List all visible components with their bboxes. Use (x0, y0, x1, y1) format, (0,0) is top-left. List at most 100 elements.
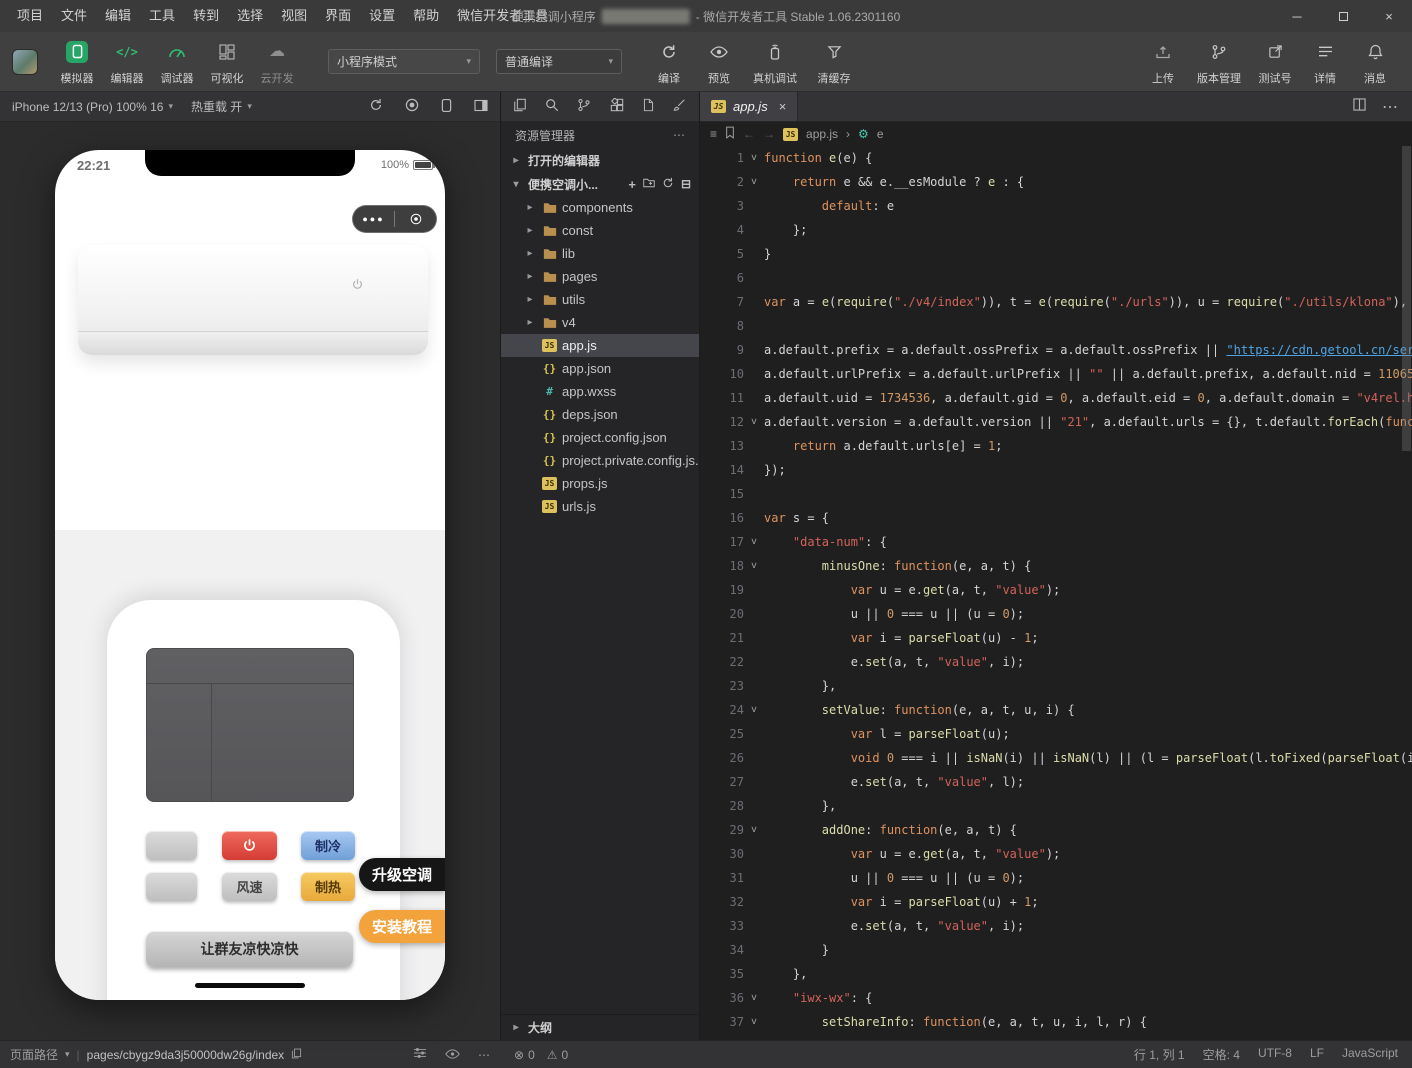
code-line[interactable]: 22 e.set(a, t, "value", i); (700, 650, 1412, 674)
code-line[interactable]: 3 default: e (700, 194, 1412, 218)
menu-item[interactable]: 视图 (272, 0, 316, 32)
menu-item[interactable]: 文件 (52, 0, 96, 32)
menu-item[interactable]: 工具 (140, 0, 184, 32)
files-icon[interactable] (513, 98, 527, 115)
close-button[interactable]: × (1366, 0, 1412, 32)
code-line[interactable]: 37∨ setShareInfo: function(e, a, t, u, i… (700, 1010, 1412, 1034)
cool-button[interactable]: 制冷 (301, 831, 355, 860)
refresh-icon[interactable] (662, 177, 674, 192)
tab-app-js[interactable]: JS app.js × (700, 92, 798, 121)
code-line[interactable]: 12∨a.default.version = a.default.version… (700, 410, 1412, 434)
menu-item[interactable]: 转到 (184, 0, 228, 32)
split-editor-icon[interactable] (1353, 98, 1366, 116)
heat-button[interactable]: 制热 (301, 872, 355, 901)
toolbar-editor-button[interactable]: </> 编辑器 (102, 38, 152, 86)
folder-item[interactable]: ▸utils (501, 288, 699, 311)
more-dots-icon[interactable]: ●●● (353, 214, 394, 224)
file-item[interactable]: {}deps.json (501, 403, 699, 426)
code-line[interactable]: 10a.default.urlPrefix = a.default.urlPre… (700, 362, 1412, 386)
folder-item[interactable]: ▸components (501, 196, 699, 219)
file-item[interactable]: {}app.json (501, 357, 699, 380)
fold-icon[interactable]: ∨ (741, 1010, 767, 1034)
fold-icon[interactable]: ∨ (741, 698, 767, 722)
file-item[interactable]: JSurls.js (501, 495, 699, 518)
fold-icon[interactable]: ∨ (741, 530, 767, 554)
more-icon[interactable]: ⋯ (673, 128, 685, 142)
clear-cache-button[interactable]: 清缓存 (806, 38, 862, 86)
fold-icon[interactable]: ∨ (741, 818, 767, 842)
code-line[interactable]: 5} (700, 242, 1412, 266)
code-line[interactable]: 14}); (700, 458, 1412, 482)
rotate-icon[interactable] (369, 98, 383, 115)
code-line[interactable]: 6 (700, 266, 1412, 290)
theme-paint-icon[interactable] (673, 98, 687, 115)
code-line[interactable]: 30 var u = e.get(a, t, "value"); (700, 842, 1412, 866)
more-icon[interactable]: ⋯ (1382, 97, 1398, 117)
search-icon[interactable] (545, 98, 559, 115)
maximize-button[interactable] (1320, 0, 1366, 32)
toolbar-cloud-button[interactable]: ☁ 云开发 (252, 38, 302, 86)
code-line[interactable]: 31 u || 0 === u || (u = 0); (700, 866, 1412, 890)
compile-button[interactable]: 编译 (644, 38, 694, 86)
exit-target-icon[interactable] (395, 213, 436, 225)
code-line[interactable]: 29∨ addOne: function(e, a, t) { (700, 818, 1412, 842)
remote-debug-button[interactable]: 真机调试 (744, 38, 806, 86)
fold-icon[interactable]: ∨ (741, 554, 767, 578)
code-line[interactable]: 1∨function e(e) { (700, 146, 1412, 170)
fold-icon[interactable]: ∨ (741, 410, 767, 434)
problems-section[interactable]: ⊗ 0 ⚠ 0 (500, 1048, 702, 1062)
code-line[interactable]: 18∨ minusOne: function(e, a, t) { (700, 554, 1412, 578)
minimize-button[interactable]: ─ (1274, 0, 1320, 32)
code-line[interactable]: 8 (700, 314, 1412, 338)
code-line[interactable]: 34 } (700, 938, 1412, 962)
outline-toggle-icon[interactable]: ≡ (710, 127, 717, 141)
code-line[interactable]: 26 void 0 === i || isNaN(i) || isNaN(l) … (700, 746, 1412, 770)
nav-back-icon[interactable]: ← (743, 127, 755, 141)
more-icon[interactable]: ⋯ (478, 1048, 490, 1062)
dock-panel-icon[interactable] (474, 99, 488, 115)
cursor-position[interactable]: 行 1, 列 1 (1134, 1046, 1185, 1063)
code-line[interactable]: 9a.default.prefix = a.default.ossPrefix … (700, 338, 1412, 362)
collapse-all-icon[interactable]: ⊟ (681, 177, 691, 191)
code-editor[interactable]: 1∨function e(e) {2∨ return e && e.__esMo… (700, 146, 1412, 1040)
code-line[interactable]: 16var s = { (700, 506, 1412, 530)
code-line[interactable]: 32 var i = parseFloat(u) + 1; (700, 890, 1412, 914)
code-line[interactable]: 11a.default.uid = 1734536, a.default.gid… (700, 386, 1412, 410)
page-path-value[interactable]: pages/cbygz9da3j50000dw26g/index (87, 1048, 285, 1062)
breadcrumb-file[interactable]: app.js (806, 127, 838, 141)
toolbar-debugger-button[interactable]: 调试器 (152, 38, 202, 86)
remote-button-blank-1[interactable] (146, 831, 197, 860)
fold-icon[interactable]: ∨ (741, 146, 767, 170)
code-line[interactable]: 23 }, (700, 674, 1412, 698)
eye-icon[interactable] (445, 1048, 460, 1062)
menu-item[interactable]: 设置 (360, 0, 404, 32)
outline-section[interactable]: ▸ 大纲 (501, 1014, 699, 1040)
close-icon[interactable]: × (779, 99, 787, 114)
code-line[interactable]: 21 var i = parseFloat(u) - 1; (700, 626, 1412, 650)
menu-item[interactable]: 选择 (228, 0, 272, 32)
code-line[interactable]: 4 }; (700, 218, 1412, 242)
menu-item[interactable]: 编辑 (96, 0, 140, 32)
source-control-icon[interactable] (577, 98, 591, 115)
code-line[interactable]: 33 e.set(a, t, "value", i); (700, 914, 1412, 938)
fold-icon[interactable]: ∨ (741, 170, 767, 194)
toolbar-simulator-button[interactable]: 模拟器 (52, 38, 102, 86)
folder-item[interactable]: ▸const (501, 219, 699, 242)
extensions-icon[interactable] (610, 98, 624, 115)
toolbar-visualizer-button[interactable]: 可视化 (202, 38, 252, 86)
device-select[interactable]: iPhone 12/13 (Pro) 100% 16 ▾ (12, 100, 173, 114)
sliders-icon[interactable] (413, 1047, 427, 1062)
code-line[interactable]: 28 }, (700, 794, 1412, 818)
code-line[interactable]: 35 }, (700, 962, 1412, 986)
page-path-label[interactable]: 页面路径 (10, 1046, 58, 1063)
hot-reload-toggle[interactable]: 热重载 开 ▾ (191, 98, 252, 115)
preview-button[interactable]: 预览 (694, 38, 744, 86)
file-item[interactable]: JSapp.js (501, 334, 699, 357)
code-line[interactable]: 15 (700, 482, 1412, 506)
nav-forward-icon[interactable]: → (763, 127, 775, 141)
mode-select[interactable]: 小程序模式 ▾ (328, 49, 480, 74)
code-line[interactable]: 13 return a.default.urls[e] = 1; (700, 434, 1412, 458)
menu-item[interactable]: 帮助 (404, 0, 448, 32)
file-item[interactable]: {}project.config.json (501, 426, 699, 449)
code-line[interactable]: 20 u || 0 === u || (u = 0); (700, 602, 1412, 626)
